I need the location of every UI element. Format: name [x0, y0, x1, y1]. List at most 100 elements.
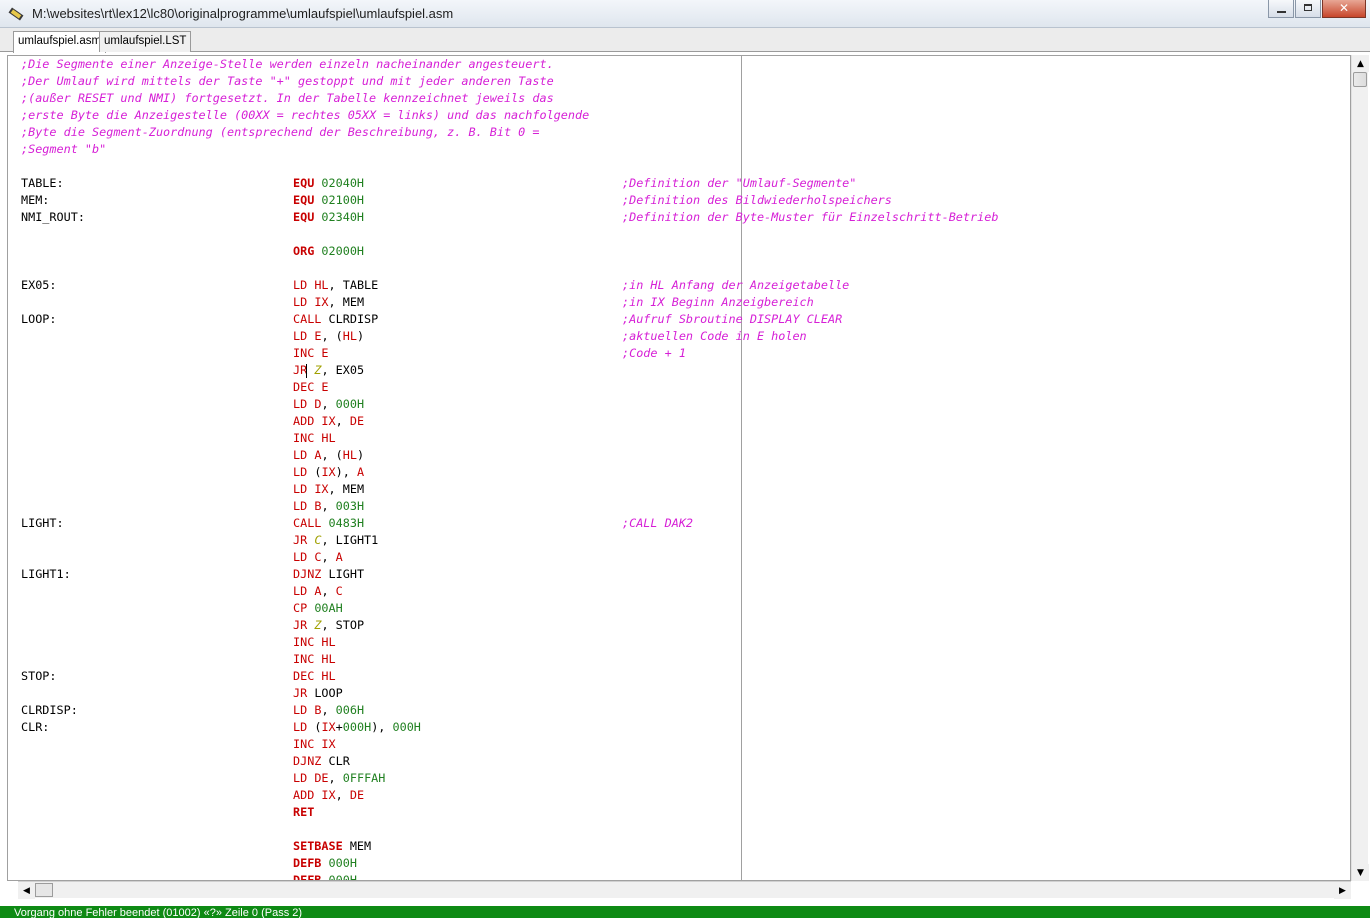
code-instruction: JR Z, STOP	[293, 617, 364, 634]
code-label: LOOP:	[21, 312, 57, 326]
operand-text: ,	[321, 703, 336, 717]
operand-text: , MEM	[328, 295, 365, 309]
code-instruction: INC IX	[293, 736, 336, 753]
scroll-up-button[interactable]: ▲	[1352, 55, 1369, 72]
opcode: LD	[293, 584, 308, 598]
operand-text: LIGHT	[328, 567, 365, 581]
opcode: LD	[293, 278, 308, 292]
code-instruction: LD C, A	[293, 549, 343, 566]
code-instruction: INC HL	[293, 634, 336, 651]
tab-strip: umlaufspiel.asm umlaufspiel.LST	[0, 28, 1370, 53]
code-instruction: LD D, 000H	[293, 396, 364, 413]
opcode: LD	[293, 720, 308, 734]
tab-umlaufspiel-lst[interactable]: umlaufspiel.LST	[99, 31, 192, 52]
code-comment: ;Definition der "Umlauf-Segmente"	[622, 176, 857, 190]
number-literal: 0483H	[328, 516, 365, 530]
maximize-icon	[1304, 4, 1312, 11]
operand-text: ,	[328, 771, 343, 785]
code-instruction: CALL CLRDISP	[293, 311, 378, 328]
code-instruction: LD A, C	[293, 583, 343, 600]
register: HL	[321, 431, 336, 445]
opcode: INC	[293, 737, 315, 751]
code-instruction: INC HL	[293, 651, 336, 668]
text-cursor	[306, 363, 308, 378]
code-comment: ;Definition des Bildwiederholspeichers	[622, 193, 892, 207]
opcode: INC	[293, 635, 315, 649]
opcode: EQU	[293, 176, 315, 190]
arrow-up-icon: ▲	[1357, 58, 1364, 69]
number-literal: 02340H	[321, 210, 365, 224]
number-literal: 000H	[335, 397, 365, 411]
operand-text: , TABLE	[328, 278, 379, 292]
scroll-right-button[interactable]: ▶	[1334, 882, 1351, 899]
code-comment: ;Code + 1	[622, 346, 686, 360]
code-comment: ;Definition der Byte-Muster für Einzelsc…	[622, 210, 999, 224]
code-comment: ;CALL DAK2	[622, 516, 694, 530]
code-label: STOP:	[21, 669, 57, 683]
code-instruction: INC HL	[293, 430, 336, 447]
code-instruction: DEFB 000H	[293, 872, 357, 881]
operand-text: ,	[335, 788, 350, 802]
operand-text: , EX05	[321, 363, 365, 377]
horizontal-scrollbar[interactable]: ◀ ▶	[18, 881, 1351, 899]
close-button[interactable]: ✕	[1322, 0, 1366, 18]
opcode: LD	[293, 397, 308, 411]
scroll-left-button[interactable]: ◀	[18, 882, 35, 899]
opcode: LD	[293, 771, 308, 785]
code-label: EX05:	[21, 278, 57, 292]
register: IX	[321, 465, 336, 479]
code-label: MEM:	[21, 193, 50, 207]
opcode: LD	[293, 465, 308, 479]
code-instruction: ADD IX, DE	[293, 413, 364, 430]
code-instruction: CP 00AH	[293, 600, 343, 617]
opcode: ORG	[293, 244, 315, 258]
tab-umlaufspiel-asm[interactable]: umlaufspiel.asm	[13, 31, 107, 53]
operand-text: CLRDISP	[328, 312, 379, 326]
register: E	[321, 346, 329, 360]
operand-text: ,	[321, 499, 336, 513]
status-text: Vorgang ohne Fehler beendet (01002) «?» …	[14, 907, 303, 918]
close-icon: ✕	[1338, 1, 1350, 15]
number-literal: 000H	[328, 873, 357, 881]
operand-text: ),	[335, 465, 357, 479]
vertical-scroll-thumb[interactable]	[1353, 72, 1367, 87]
pencil-icon	[8, 7, 24, 21]
opcode: JR	[293, 363, 308, 377]
vertical-scrollbar[interactable]: ▲ ▼	[1351, 55, 1369, 881]
operand-text: ,	[321, 584, 336, 598]
code-editor[interactable]: ;Die Segmente einer Anzeige-Stelle werde…	[7, 55, 1351, 881]
horizontal-scroll-thumb[interactable]	[35, 883, 53, 897]
opcode: LD	[293, 703, 308, 717]
register: A	[356, 465, 365, 479]
opcode: LD	[293, 448, 308, 462]
code-comment: ;in IX Beginn Anzeigbereich	[622, 295, 814, 309]
code-instruction: ADD IX, DE	[293, 787, 364, 804]
code-instruction: CALL 0483H	[293, 515, 364, 532]
code-instruction: LD (IX+000H), 000H	[293, 719, 421, 736]
maximize-button[interactable]	[1295, 0, 1321, 18]
minimize-button[interactable]	[1268, 0, 1294, 18]
number-literal: 000H	[328, 856, 357, 870]
header-comment-line: ;Die Segmente einer Anzeige-Stelle werde…	[21, 57, 554, 71]
register: A	[335, 550, 343, 564]
operand-text: ),	[371, 720, 393, 734]
opcode: LD	[293, 295, 308, 309]
opcode: EQU	[293, 193, 315, 207]
opcode: INC	[293, 431, 315, 445]
opcode: LD	[293, 499, 308, 513]
code-instruction: LD B, 006H	[293, 702, 364, 719]
code-instruction: DJNZ CLR	[293, 753, 350, 770]
register: DE	[349, 788, 365, 802]
register: IX	[321, 414, 336, 428]
code-instruction: JR LOOP	[293, 685, 343, 702]
opcode: DEFB	[293, 856, 322, 870]
code-instruction: ORG 02000H	[293, 243, 364, 260]
opcode: CALL	[293, 312, 322, 326]
register: IX	[321, 720, 336, 734]
code-instruction: EQU 02340H	[293, 209, 364, 226]
scroll-down-button[interactable]: ▼	[1352, 864, 1369, 881]
header-comment-line: ;Byte die Segment-Zuordnung (entsprechen…	[21, 125, 540, 139]
opcode: LD	[293, 550, 308, 564]
register: IX	[321, 737, 336, 751]
code-label: CLRDISP:	[21, 703, 78, 717]
